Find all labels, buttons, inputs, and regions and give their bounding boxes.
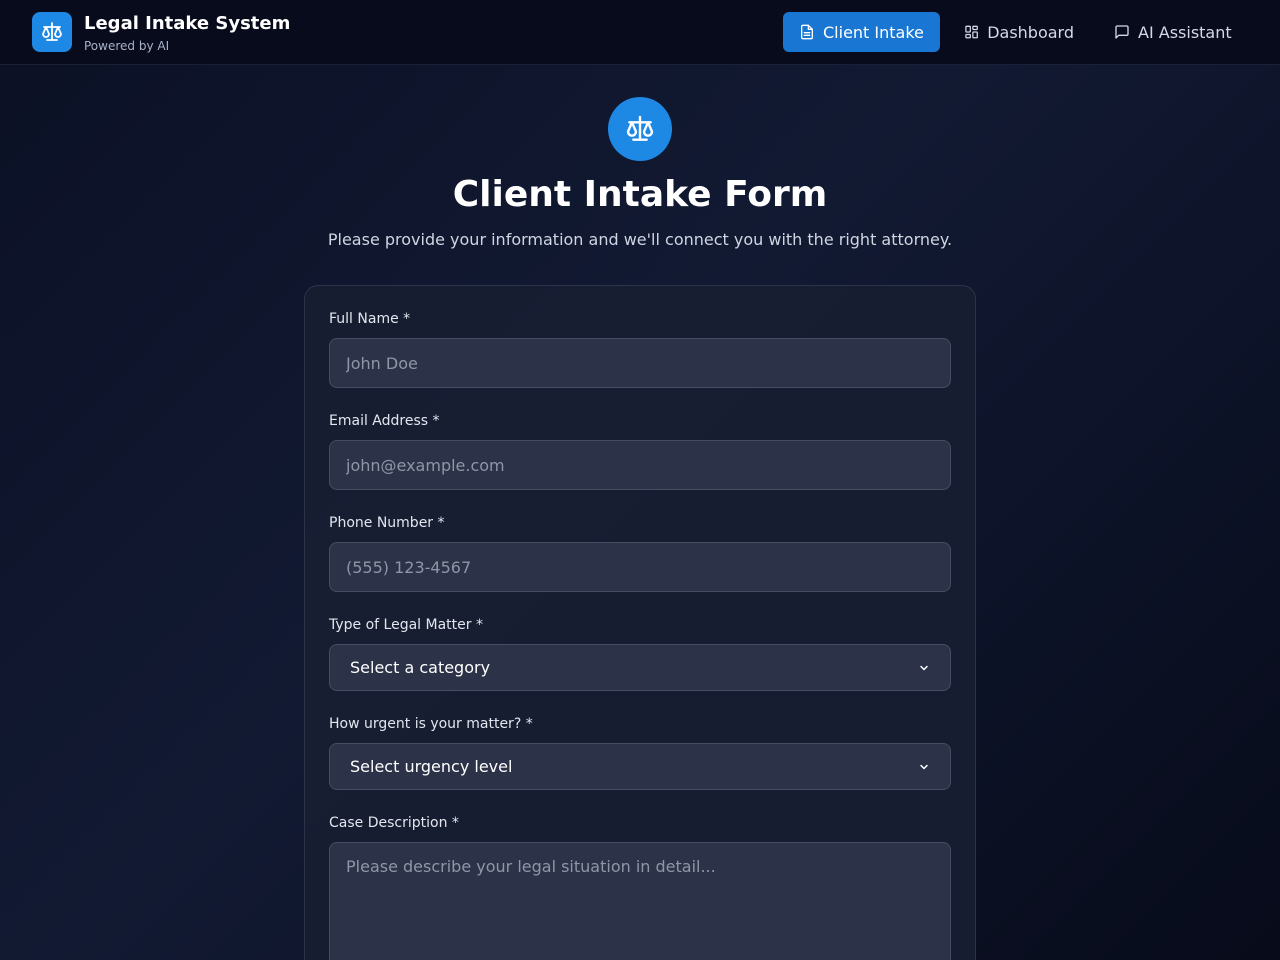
chat-icon	[1115, 25, 1129, 39]
case-description-textarea[interactable]	[329, 842, 951, 960]
page-title: Client Intake Form	[452, 174, 828, 215]
nav-client-intake[interactable]: Client Intake	[783, 12, 940, 52]
app-subtitle: Powered by AI	[84, 39, 170, 53]
chevron-down-icon	[920, 665, 928, 670]
document-icon	[801, 24, 813, 40]
brand-logo[interactable]	[32, 12, 72, 52]
urgency-select[interactable]: Select urgency level	[329, 743, 951, 790]
case-description-label: Case Description *	[329, 815, 459, 831]
phone-label: Phone Number *	[329, 515, 445, 531]
nav-ai-assistant[interactable]: AI Assistant	[1098, 12, 1248, 52]
grid-icon	[965, 25, 978, 39]
phone-input[interactable]	[329, 542, 951, 592]
scale-icon	[42, 22, 62, 41]
email-label: Email Address *	[329, 413, 440, 429]
app-title: Legal Intake System	[84, 13, 291, 34]
chevron-down-icon	[920, 764, 928, 769]
nav-dashboard-label: Dashboard	[987, 22, 1074, 42]
full-name-label: Full Name *	[329, 311, 411, 327]
urgency-label: How urgent is your matter? *	[329, 716, 533, 732]
urgency-value: Select urgency level	[350, 757, 513, 776]
scale-icon	[626, 115, 654, 141]
matter-type-select[interactable]: Select a category	[329, 644, 951, 691]
full-name-input[interactable]	[329, 338, 951, 388]
top-navbar: Legal Intake System Powered by AI Client…	[0, 0, 1280, 65]
matter-type-value: Select a category	[350, 658, 491, 677]
matter-type-label: Type of Legal Matter *	[329, 617, 483, 633]
nav-client-intake-label: Client Intake	[823, 22, 924, 42]
nav-dashboard[interactable]: Dashboard	[948, 12, 1090, 52]
nav-ai-assistant-label: AI Assistant	[1138, 22, 1232, 42]
page-subtitle: Please provide your information and we'l…	[327, 230, 953, 249]
hero-scale-badge	[608, 97, 672, 161]
email-input[interactable]	[329, 440, 951, 490]
